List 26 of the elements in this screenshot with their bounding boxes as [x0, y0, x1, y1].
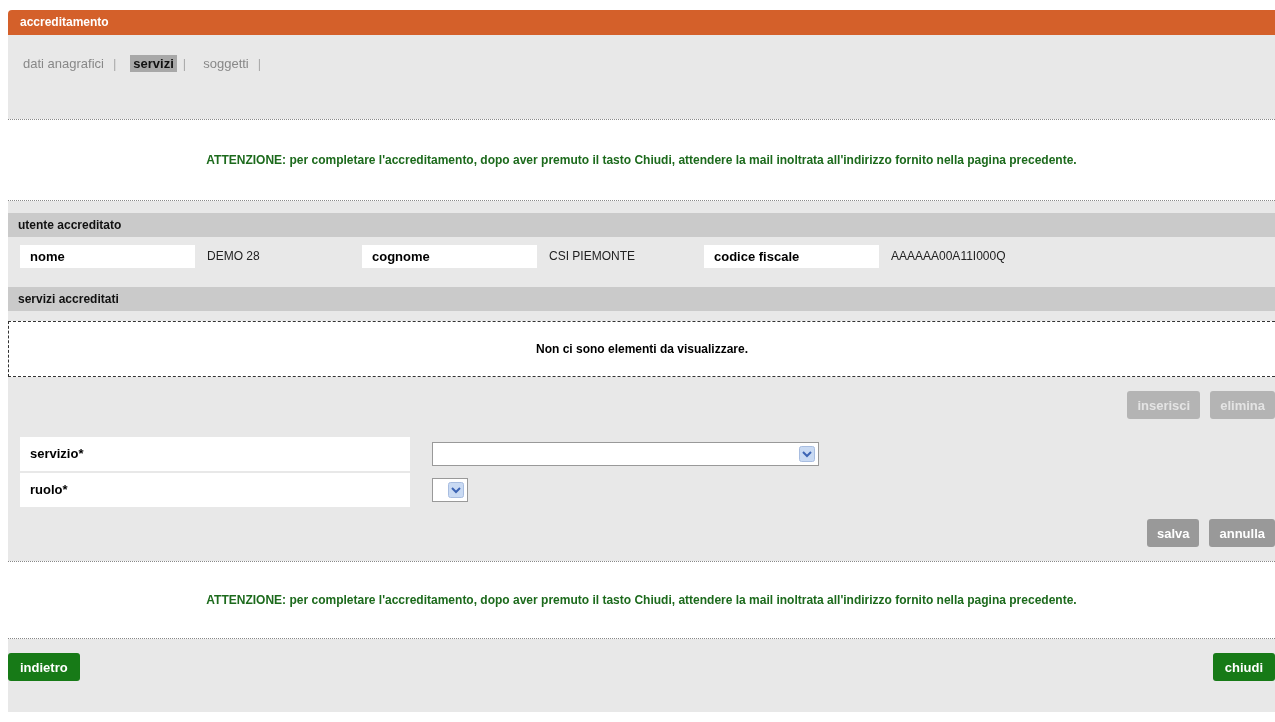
warning-message: ATTENZIONE: per completare l'accreditamento, dopo aver premuto il tasto Chiudi, attendere la mail inoltrata all'indirizzo fornito nella pagina precedente.	[206, 593, 1077, 607]
field-value: DEMO 28	[206, 249, 261, 263]
section-header: servizi accreditati	[8, 287, 1275, 311]
dropdown-field[interactable]	[432, 478, 468, 502]
window-title: accreditamento	[8, 10, 1275, 35]
form-label: ruolo*	[20, 473, 410, 507]
nav-button[interactable]: indietro	[8, 653, 80, 681]
tab-separator: |	[257, 55, 262, 71]
field-label: codice fiscale	[704, 244, 879, 268]
action-button[interactable]: annulla	[1209, 519, 1275, 547]
empty-message: Non ci sono elementi da visualizzare.	[535, 342, 749, 356]
dropdown-field[interactable]	[432, 442, 819, 466]
form-label: servizio*	[20, 437, 410, 471]
section-header: utente accreditato	[8, 213, 1275, 237]
field-value: CSI PIEMONTE	[548, 249, 636, 263]
field-label: nome	[20, 244, 195, 268]
action-button[interactable]: salva	[1146, 519, 1200, 547]
warning-message: ATTENZIONE: per completare l'accreditamento, dopo aver premuto il tasto Chiudi, attendere la mail inoltrata all'indirizzo fornito nella pagina precedente.	[206, 153, 1077, 167]
tab-separator: |	[182, 55, 187, 71]
tab[interactable]: soggetti	[200, 54, 252, 72]
nav-button[interactable]: chiudi	[1212, 653, 1275, 681]
tab[interactable]: dati anagrafici	[20, 54, 107, 72]
field-value: AAAAAA00A11I000Q	[890, 249, 1007, 263]
tab-separator: |	[112, 55, 117, 71]
tab[interactable]: servizi	[130, 54, 177, 72]
field-label: cognome	[362, 244, 537, 268]
